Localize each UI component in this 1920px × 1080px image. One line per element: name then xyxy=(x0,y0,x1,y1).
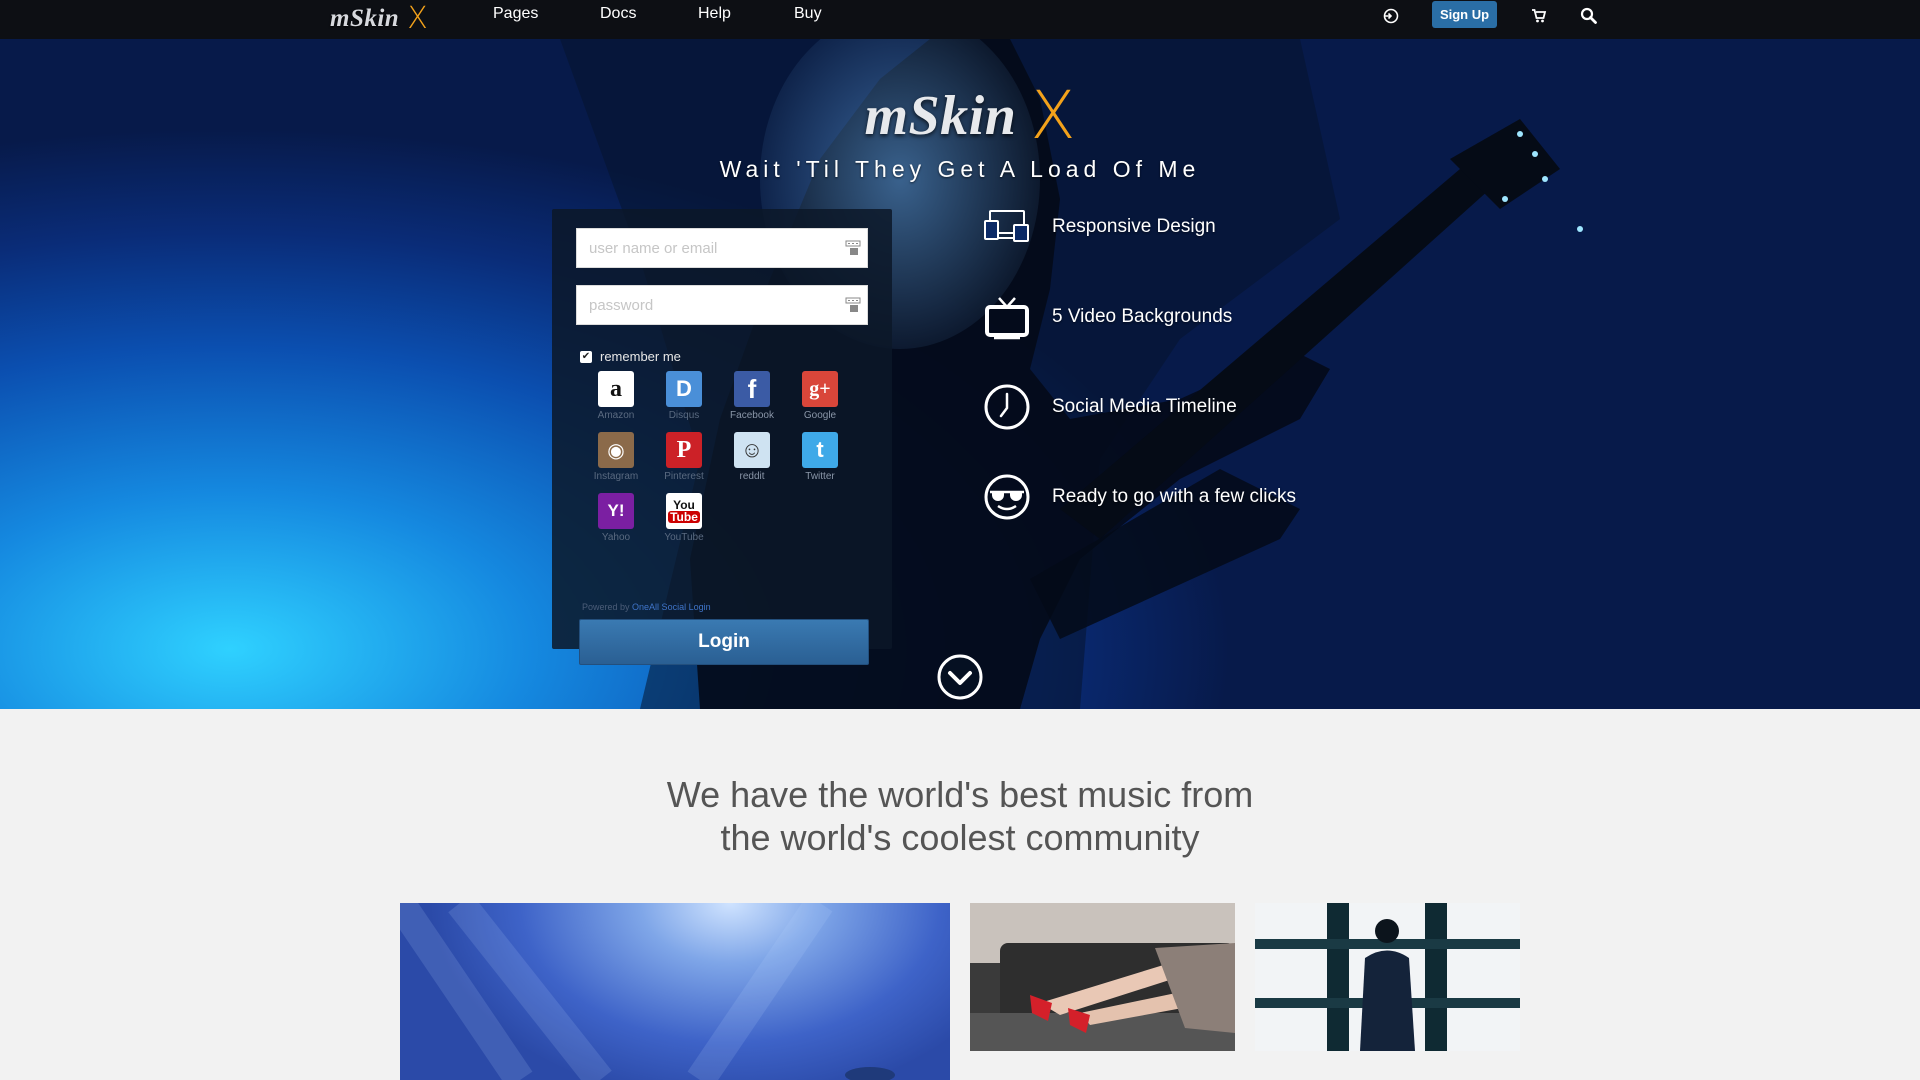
section-headline: We have the world's best music from the … xyxy=(560,773,1360,859)
social-facebook[interactable]: f Facebook xyxy=(720,371,784,431)
social-instagram-label: Instagram xyxy=(593,471,639,482)
keyboard-icon[interactable] xyxy=(845,297,861,313)
amazon-icon: a xyxy=(598,371,634,407)
hero-section: mSkin X Wait 'Til They Get A Load Of Me … xyxy=(0,39,1920,709)
social-yahoo[interactable]: Y! Yahoo xyxy=(584,493,648,553)
powered-by-prefix: Powered by xyxy=(582,602,630,612)
social-yahoo-label: Yahoo xyxy=(601,532,631,543)
disqus-icon: D xyxy=(666,371,702,407)
nav-logo-text: mSkin xyxy=(330,5,400,32)
oneall-link[interactable]: OneAll Social Login xyxy=(632,602,711,612)
feature-social-media-timeline: Social Media Timeline xyxy=(982,382,1237,432)
gallery-image-legs-on-couch[interactable] xyxy=(970,903,1235,1051)
clock-icon xyxy=(982,382,1032,432)
google-plus-icon: g+ xyxy=(802,371,838,407)
social-google[interactable]: g+ Google xyxy=(788,371,852,431)
yahoo-icon: Y! xyxy=(598,493,634,529)
headline-line-2: the world's coolest community xyxy=(720,817,1200,858)
hero-logo: mSkin X xyxy=(820,81,1120,151)
hero-logo-text: mSkin xyxy=(864,85,1017,147)
social-disqus-label: Disqus xyxy=(668,410,700,421)
social-youtube-label: YouTube xyxy=(664,532,704,543)
login-form: ✔ remember me a Amazon D Disqus f Facebo… xyxy=(552,209,892,665)
social-instagram[interactable]: ◉ Instagram xyxy=(584,432,648,492)
social-google-label: Google xyxy=(803,410,837,421)
scroll-down-button[interactable] xyxy=(936,653,984,701)
gallery-image-man-at-window[interactable] xyxy=(1255,903,1520,1051)
feature-responsive-design: Responsive Design xyxy=(982,202,1216,252)
feature-video-backgrounds: 5 Video Backgrounds xyxy=(982,292,1232,342)
pinterest-icon: P xyxy=(666,432,702,468)
social-pinterest-label: Pinterest xyxy=(664,471,704,482)
search-icon[interactable] xyxy=(1578,5,1600,27)
twitter-icon: t xyxy=(802,432,838,468)
social-facebook-label: Facebook xyxy=(730,410,774,421)
social-twitter[interactable]: t Twitter xyxy=(788,432,852,492)
social-reddit[interactable]: ☺ reddit xyxy=(720,432,784,492)
feature-label: Responsive Design xyxy=(1052,216,1216,237)
sign-up-button[interactable]: Sign Up xyxy=(1432,1,1497,28)
sunglasses-face-icon xyxy=(982,472,1032,522)
feature-label: 5 Video Backgrounds xyxy=(1052,306,1233,327)
nav-link-pages[interactable]: Pages xyxy=(493,5,538,23)
username-input[interactable] xyxy=(577,229,867,267)
powered-by: Powered by OneAll Social Login xyxy=(582,602,711,612)
login-icon[interactable] xyxy=(1380,5,1402,27)
hero-tagline: Wait 'Til They Get A Load Of Me xyxy=(719,156,1201,182)
nav-logo-x: X xyxy=(407,1,428,36)
social-reddit-label: reddit xyxy=(739,471,765,482)
social-disqus[interactable]: D Disqus xyxy=(652,371,716,431)
nav-link-help[interactable]: Help xyxy=(698,5,731,23)
chevron-down-circle-icon xyxy=(937,654,983,700)
keyboard-icon[interactable] xyxy=(845,240,861,256)
instagram-icon: ◉ xyxy=(598,432,634,468)
username-field[interactable] xyxy=(576,228,868,268)
remember-me[interactable]: ✔ remember me xyxy=(580,349,681,364)
social-pinterest[interactable]: P Pinterest xyxy=(652,432,716,492)
social-amazon-label: Amazon xyxy=(597,410,635,421)
nav-link-docs[interactable]: Docs xyxy=(600,5,636,23)
password-field[interactable] xyxy=(576,285,868,325)
nav-link-buy[interactable]: Buy xyxy=(794,5,822,23)
social-twitter-label: Twitter xyxy=(805,471,835,482)
cart-icon[interactable] xyxy=(1528,5,1550,27)
gallery-image-concert-light[interactable] xyxy=(400,903,950,1080)
tv-icon xyxy=(982,292,1032,342)
nav-logo[interactable]: mSkin X xyxy=(330,3,428,35)
headline-line-1: We have the world's best music from xyxy=(666,774,1254,815)
password-input[interactable] xyxy=(577,286,867,324)
social-youtube[interactable]: You Tube YouTube xyxy=(652,493,716,553)
social-amazon[interactable]: a Amazon xyxy=(584,371,648,431)
youtube-icon: You Tube xyxy=(666,493,702,529)
login-button[interactable]: Login xyxy=(579,619,869,665)
feature-ready-to-go: Ready to go with a few clicks xyxy=(982,472,1296,522)
facebook-icon: f xyxy=(734,371,770,407)
devices-icon xyxy=(982,202,1032,252)
remember-me-checkbox[interactable]: ✔ xyxy=(580,350,592,363)
remember-me-label: remember me xyxy=(600,349,681,364)
feature-label: Social Media Timeline xyxy=(1052,396,1237,417)
top-navbar: mSkin X Pages Docs Help Buy Sign Up xyxy=(0,0,1920,39)
feature-label: Ready to go with a few clicks xyxy=(1052,486,1296,507)
reddit-icon: ☺ xyxy=(734,432,770,468)
hero-logo-x: X xyxy=(1030,77,1076,154)
